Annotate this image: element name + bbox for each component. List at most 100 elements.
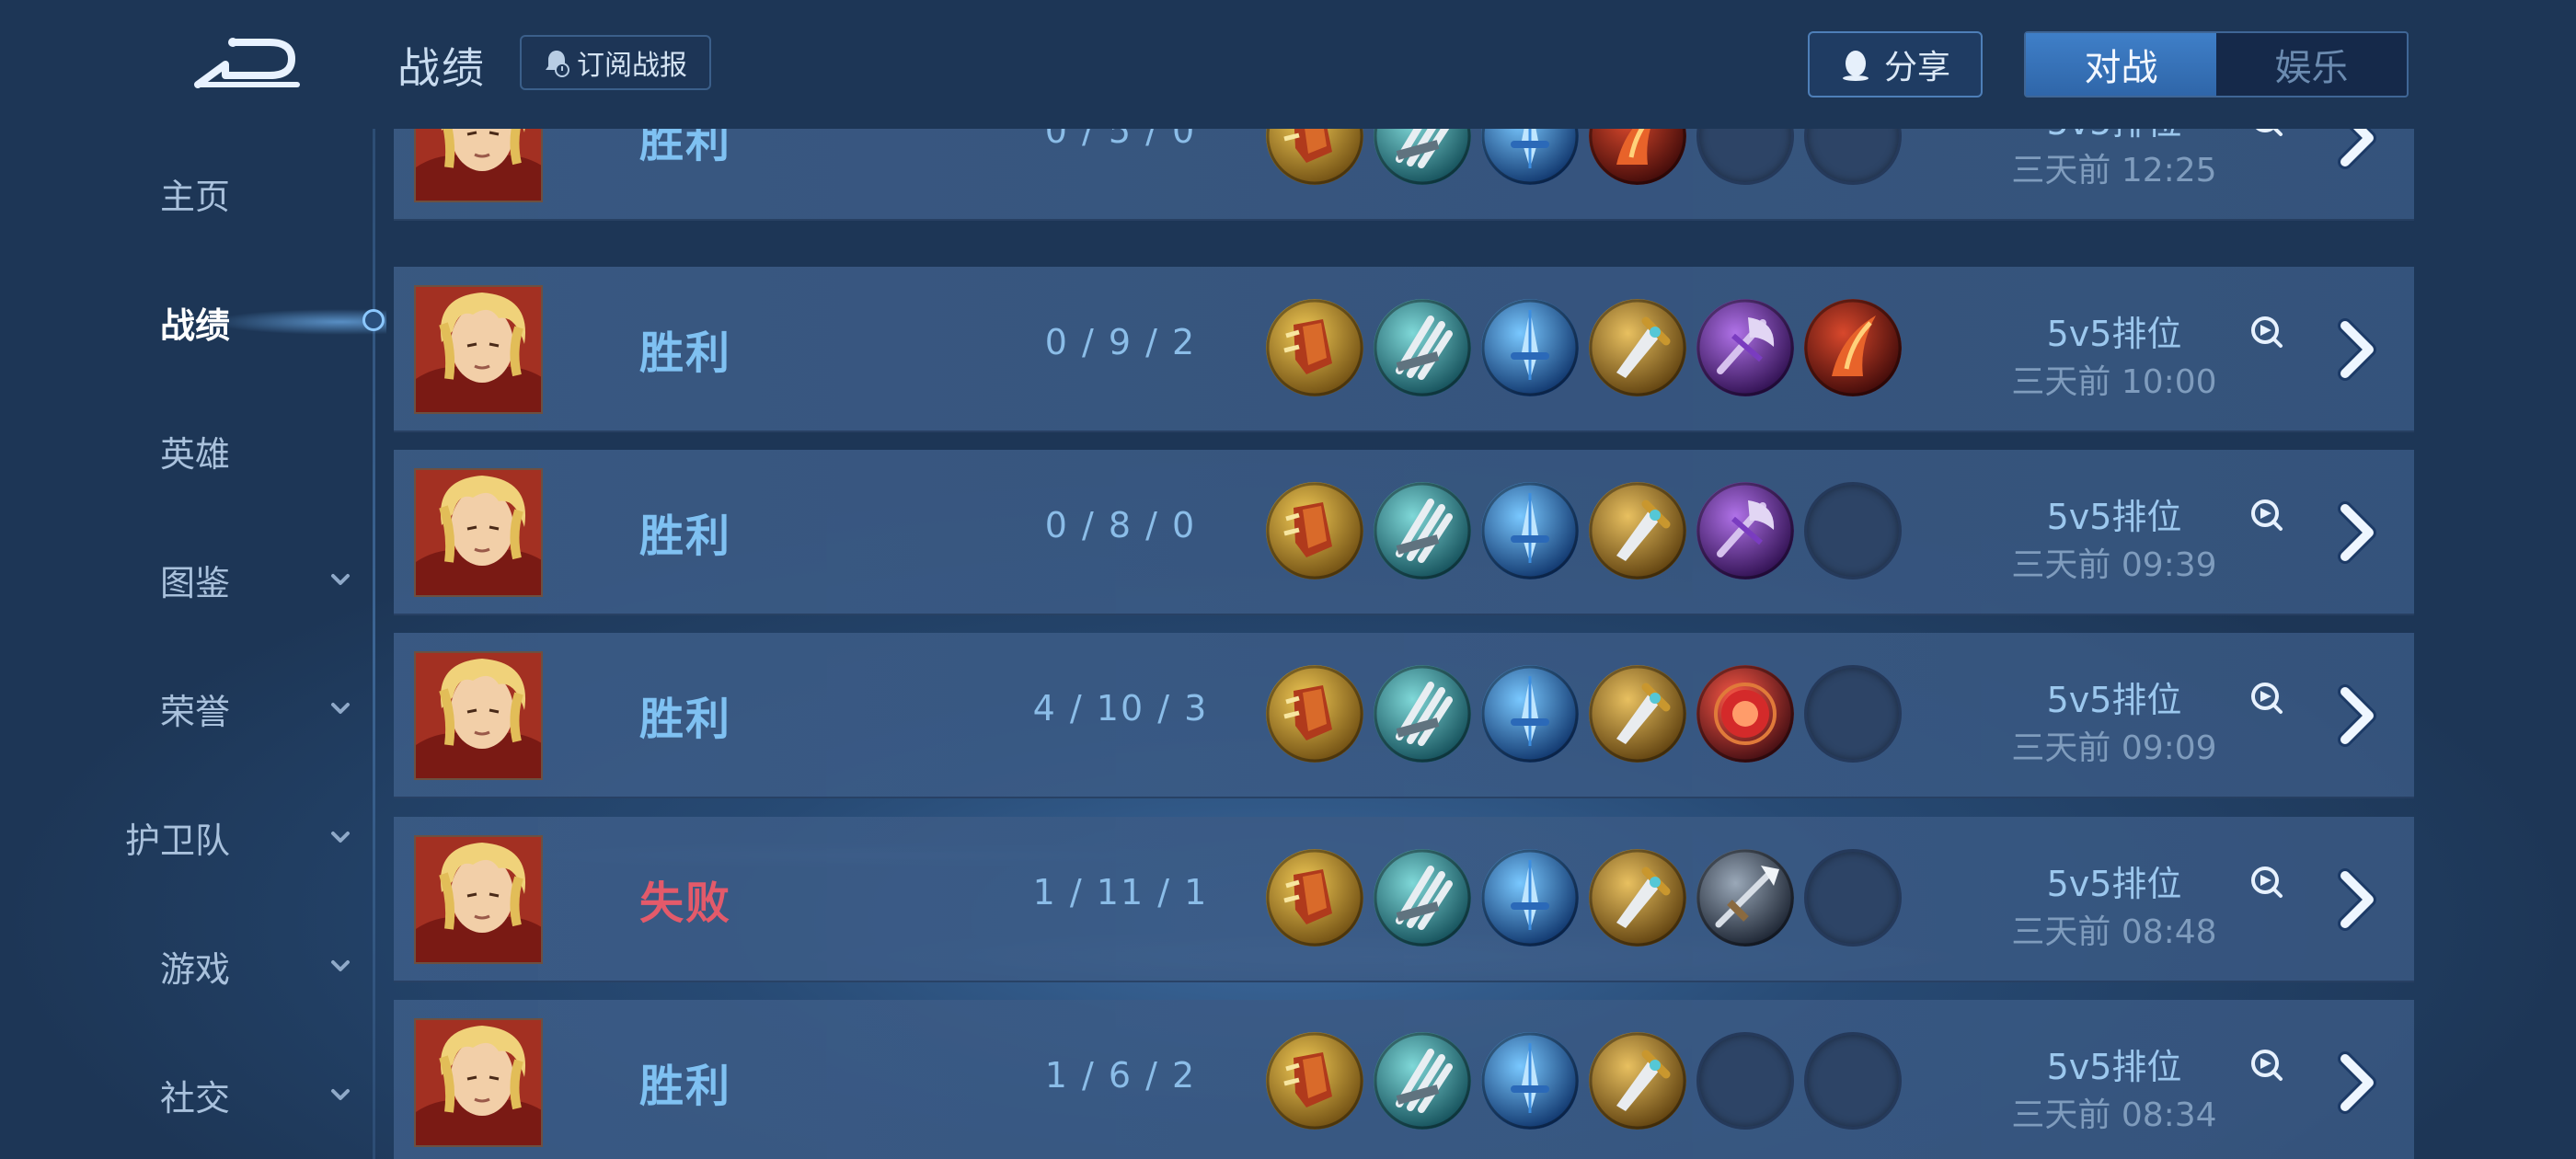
sidebar-item-1[interactable]: 战绩 [138, 290, 368, 354]
sidebar-item-0[interactable]: 主页 [138, 161, 368, 225]
sidebar-item-6[interactable]: 游戏 [138, 934, 368, 998]
gold-dagger-item-icon [1589, 299, 1686, 396]
match-mode: 5v5排位 [2046, 864, 2182, 904]
kda-stats: 1 / 6 / 2 [1044, 1055, 1197, 1096]
red-blade-item-icon [1589, 129, 1686, 185]
empty-item-slot [1804, 849, 1902, 947]
match-result: 胜利 [639, 129, 732, 167]
boots-item-icon [1266, 482, 1363, 580]
match-result: 胜利 [639, 327, 732, 379]
kda-stats: 4 / 10 / 3 [1032, 688, 1209, 729]
match-time: 三天前 10:00 [2011, 363, 2217, 401]
replay-icon[interactable] [2249, 315, 2284, 350]
purple-axe-item-icon [1696, 482, 1794, 580]
back-button[interactable] [189, 28, 304, 92]
blue-sword-item-icon [1481, 665, 1579, 763]
hero-avatar [414, 129, 543, 202]
match-time: 三天前 08:34 [2011, 1096, 2217, 1134]
match-row[interactable]: 胜利 0 / 8 / 0 5v5排位 三天前 09:39 [394, 450, 2414, 615]
replay-icon[interactable] [2249, 1048, 2284, 1083]
subscribe-report-button[interactable]: 订阅战报 [520, 35, 711, 90]
boots-item-icon [1266, 299, 1363, 396]
sidebar-item-2[interactable]: 英雄 [138, 419, 368, 483]
replay-icon[interactable] [2249, 865, 2284, 900]
match-time: 三天前 09:39 [2011, 546, 2217, 584]
claw-item-icon [1374, 1032, 1471, 1130]
purple-axe-item-icon [1696, 299, 1794, 396]
match-row[interactable]: 胜利 1 / 6 / 2 5v5排位三天前 08:34 [394, 1000, 2414, 1159]
sidebar-item-label: 战绩 [159, 304, 230, 346]
tab-battle[interactable]: 对战 [2026, 33, 2216, 96]
boots-item-icon [1266, 849, 1363, 947]
chevron-down-icon [331, 832, 350, 843]
chevron-right-icon[interactable] [2321, 863, 2395, 936]
sidebar-item-4[interactable]: 荣誉 [138, 676, 368, 740]
blue-sword-item-icon [1481, 849, 1579, 947]
item-build [1266, 665, 1902, 763]
claw-item-icon [1374, 482, 1471, 580]
empty-item-slot [1804, 665, 1902, 763]
match-result: 胜利 [639, 511, 732, 562]
chevron-down-icon [331, 574, 350, 585]
match-time: 三天前 09:09 [2011, 729, 2217, 767]
claw-item-icon [1374, 665, 1471, 763]
hero-avatar [414, 651, 543, 780]
chevron-right-icon[interactable] [2321, 313, 2395, 386]
match-list[interactable]: 胜利 0 / 5 / 0 5v5排位 三天前 12:25 胜利 0 / 9 / 2 5v5排… [394, 129, 2416, 1159]
kda-stats: 0 / 5 / 0 [1044, 129, 1197, 151]
match-time: 三天前 08:48 [2011, 913, 2217, 951]
match-mode: 5v5排位 [2046, 1047, 2182, 1087]
match-mode: 5v5排位 [2046, 497, 2182, 537]
gold-dagger-item-icon [1589, 1032, 1686, 1130]
item-build [1266, 849, 1902, 947]
empty-item-slot [1696, 1032, 1794, 1130]
sidebar-item-label: 社交 [159, 1077, 230, 1119]
empty-item-slot [1696, 129, 1794, 185]
match-row[interactable]: 胜利 4 / 10 / 3 5v5排位 三天前 09:09 [394, 633, 2414, 798]
sidebar-item-label: 图鉴 [159, 562, 230, 603]
page-title: 战绩 [397, 43, 486, 93]
share-button[interactable]: 分享 [1808, 31, 1983, 98]
subscribe-label: 订阅战报 [577, 50, 687, 82]
sidebar-item-5[interactable]: 护卫队 [125, 805, 368, 869]
gold-dagger-item-icon [1589, 482, 1686, 580]
hero-avatar [414, 468, 543, 597]
red-blade-item-icon [1804, 299, 1902, 396]
match-result: 胜利 [639, 1061, 732, 1112]
header: 战绩 订阅战报 分享 对战 娱乐 [0, 0, 2576, 129]
qq-penguin-icon [1842, 51, 1869, 81]
empty-item-slot [1804, 482, 1902, 580]
match-row[interactable]: 胜利 0 / 9 / 2 5v5排位 三天前 10:00 [394, 267, 2414, 432]
tab-entertainment[interactable]: 娱乐 [2216, 33, 2407, 96]
chevron-right-icon[interactable] [2321, 129, 2395, 175]
item-build [1266, 1032, 1902, 1130]
item-build [1266, 482, 1902, 580]
sidebar-divider [373, 129, 375, 1159]
match-row[interactable]: 失败 1 / 11 / 1 5v5排位 三天前 08:48 [394, 817, 2414, 982]
chevron-right-icon[interactable] [2321, 679, 2395, 752]
back-arrow-icon [194, 38, 300, 88]
replay-icon[interactable] [2249, 129, 2284, 138]
mode-tabs: 对战 娱乐 [2024, 31, 2409, 98]
blue-sword-item-icon [1481, 1032, 1579, 1130]
chevron-down-icon [331, 703, 350, 714]
sidebar-item-7[interactable]: 社交 [138, 1062, 368, 1127]
sidebar-item-3[interactable]: 图鉴 [138, 547, 368, 612]
blue-sword-item-icon [1481, 482, 1579, 580]
chevron-right-icon[interactable] [2321, 496, 2395, 569]
boots-item-icon [1266, 129, 1363, 185]
red-orb-item-icon [1696, 665, 1794, 763]
match-time: 三天前 12:25 [2011, 152, 2217, 189]
match-mode: 5v5排位 [2046, 680, 2182, 720]
match-row[interactable]: 胜利 0 / 5 / 0 5v5排位三天前 12:25 [394, 129, 2414, 221]
gold-dagger-item-icon [1589, 849, 1686, 947]
silver-spear-item-icon [1696, 849, 1794, 947]
replay-icon[interactable] [2249, 498, 2284, 533]
chevron-down-icon [331, 960, 350, 971]
kda-stats: 0 / 9 / 2 [1044, 322, 1197, 362]
empty-item-slot [1804, 129, 1902, 185]
sidebar-item-label: 主页 [159, 176, 230, 217]
chevron-right-icon[interactable] [2321, 1046, 2395, 1119]
sidebar-item-label: 英雄 [159, 433, 230, 475]
replay-icon[interactable] [2249, 681, 2284, 716]
